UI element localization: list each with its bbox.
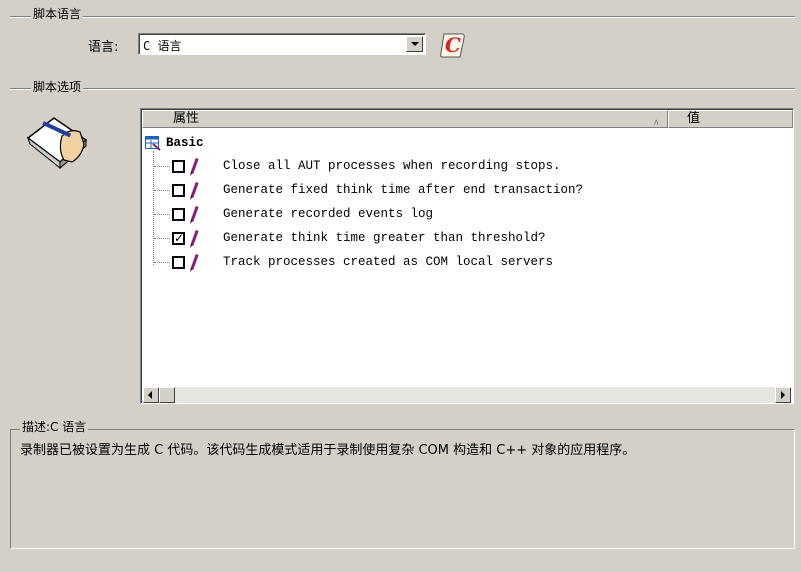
pencil-icon [190, 205, 199, 223]
script-language-group-title: 脚本语言 [31, 7, 84, 21]
language-select-value: C 语言 [143, 39, 182, 53]
svg-text:C: C [445, 33, 461, 57]
category-grid-icon [145, 136, 161, 151]
category-row[interactable]: Basic [141, 133, 793, 155]
script-options-group-border [10, 88, 795, 90]
chevron-down-icon[interactable] [406, 36, 423, 52]
sort-ascending-icon: ∧ [653, 118, 660, 128]
pencil-icon [190, 253, 199, 271]
scroll-right-icon[interactable] [775, 387, 791, 403]
tree-branch [154, 190, 170, 191]
property-list[interactable]: 属性 ∧ 值 Basic Close all AUT processes whe… [140, 108, 794, 404]
language-label: 语言: [88, 40, 119, 55]
script-language-group-border [10, 16, 795, 18]
checkbox-icon[interactable] [172, 256, 185, 269]
option-label: Track processes created as COM local ser… [223, 255, 554, 269]
option-row[interactable]: Track processes created as COM local ser… [141, 252, 793, 274]
tree-branch [154, 214, 170, 215]
horizontal-scrollbar[interactable] [143, 387, 791, 403]
option-label: Generate think time greater than thresho… [223, 231, 546, 245]
pencil-icon [190, 157, 199, 175]
option-row[interactable]: Generate recorded events log [141, 204, 793, 226]
pencil-icon [190, 181, 199, 199]
column-header-value[interactable]: 值 [668, 110, 793, 128]
checkbox-icon[interactable] [172, 184, 185, 197]
options-notepad-icon [24, 110, 94, 170]
tree-branch [154, 166, 170, 167]
category-label: Basic [166, 136, 204, 150]
option-label: Close all AUT processes when recording s… [223, 159, 561, 173]
checkbox-icon[interactable] [172, 160, 185, 173]
pencil-icon [190, 229, 199, 247]
tree-branch [154, 238, 170, 239]
checkbox-icon[interactable] [172, 208, 185, 221]
script-options-group-title: 脚本选项 [31, 80, 84, 94]
language-settings-icon[interactable]: C [438, 30, 468, 60]
column-header-property-label: 属性 [173, 111, 200, 126]
option-label: Generate fixed think time after end tran… [223, 183, 584, 197]
scrollbar-thumb[interactable] [159, 387, 175, 403]
column-header-value-label: 值 [687, 111, 701, 126]
option-row[interactable]: Close all AUT processes when recording s… [141, 156, 793, 178]
checkbox-checked-icon[interactable] [172, 231, 185, 245]
language-select[interactable]: C 语言 [138, 33, 426, 55]
description-text: 录制器已被设置为生成 C 代码。该代码生成模式适用于录制使用复杂 COM 构造和… [20, 443, 636, 458]
tree-branch [154, 262, 170, 263]
option-row[interactable]: Generate fixed think time after end tran… [141, 180, 793, 202]
option-row[interactable]: Generate think time greater than thresho… [141, 228, 793, 250]
column-header-property[interactable]: 属性 ∧ [142, 110, 668, 128]
scroll-left-icon[interactable] [143, 387, 159, 403]
option-label: Generate recorded events log [223, 207, 434, 221]
description-title: 描述:C 语言 [20, 420, 89, 434]
